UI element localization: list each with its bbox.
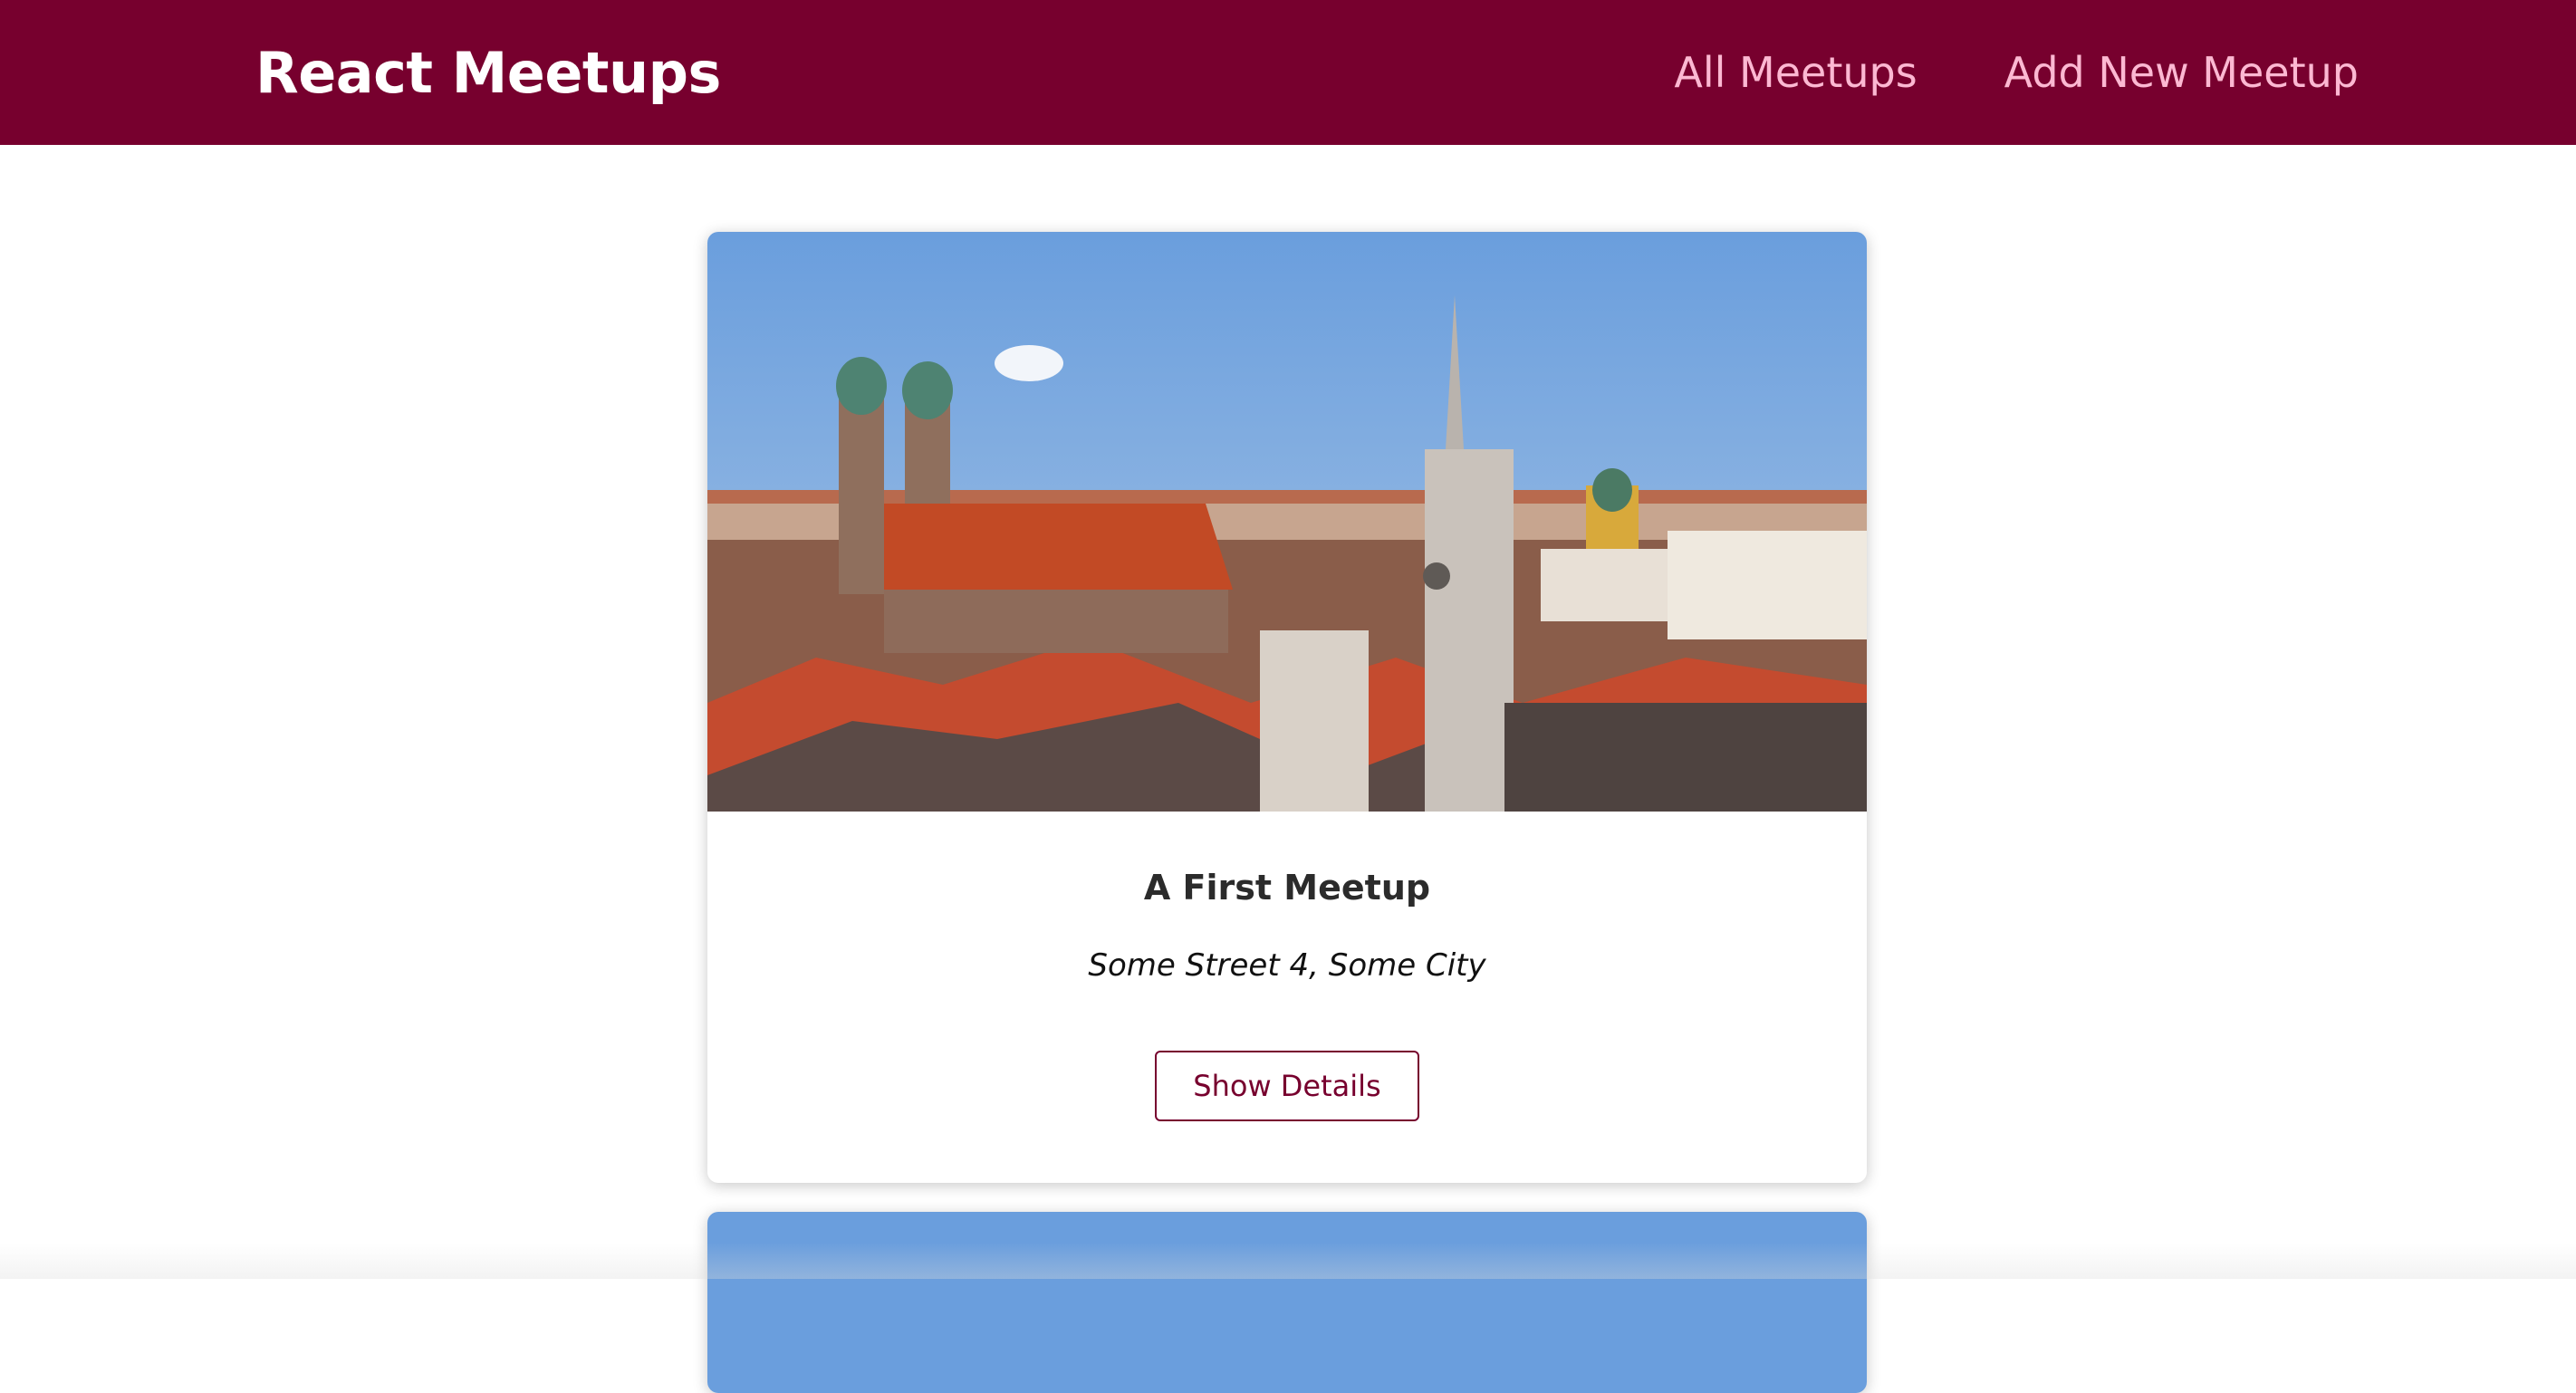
logo: React Meetups — [255, 39, 721, 106]
meetup-address: Some Street 4, Some City — [1088, 947, 1486, 984]
nav-link-all-meetups[interactable]: All Meetups — [1674, 48, 1917, 97]
show-details-button[interactable]: Show Details — [1155, 1051, 1419, 1121]
meetup-card-body: A First Meetup Some Street 4, Some City … — [707, 812, 1867, 1121]
main-navigation: All Meetups Add New Meetup — [1674, 48, 2359, 97]
meetup-image — [707, 232, 1867, 812]
meetup-image-next — [707, 1212, 1867, 1393]
meetup-title: A First Meetup — [1143, 868, 1431, 908]
nav-link-add-new-meetup[interactable]: Add New Meetup — [2004, 48, 2359, 97]
main-header: React Meetups All Meetups Add New Meetup — [0, 0, 2576, 145]
meetup-card-next — [707, 1212, 1867, 1393]
meetup-card: A First Meetup Some Street 4, Some City … — [707, 232, 1867, 1183]
